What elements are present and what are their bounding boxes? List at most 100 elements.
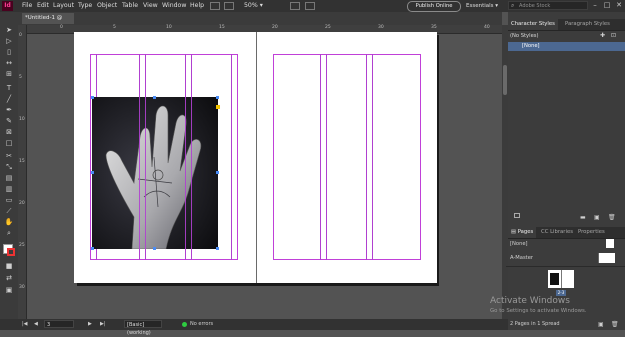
publish-online-button[interactable]: Publish Online — [407, 1, 461, 12]
ruler-tick: 40 — [484, 25, 490, 30]
new-page-icon[interactable]: ▣ — [598, 321, 604, 328]
first-page-icon[interactable]: |◀ — [22, 321, 28, 328]
menu-help[interactable]: Help — [190, 1, 204, 11]
document-tab[interactable]: *Untitled-1 @ 50% × — [22, 13, 74, 32]
selection-handle[interactable] — [91, 96, 94, 99]
stock-search-input[interactable]: Adobe Stock — [508, 1, 588, 10]
menu-table[interactable]: Table — [122, 1, 138, 11]
pen-tool[interactable]: ✒ — [4, 106, 14, 115]
selection-handle[interactable] — [91, 171, 94, 174]
column-guide — [320, 54, 321, 260]
selection-handle[interactable] — [216, 96, 219, 99]
styles-header: (No Styles) — [510, 33, 539, 39]
close-icon[interactable]: ✕ — [613, 0, 625, 11]
gap-tool[interactable]: ↔ — [4, 59, 14, 68]
tab-pages[interactable]: ▤ Pages — [508, 227, 537, 238]
menu-file[interactable]: File — [22, 1, 32, 11]
rectangle-frame-tool[interactable]: ⊠ — [4, 128, 14, 137]
rectangle-tool[interactable]: □ — [4, 139, 14, 148]
page-number-field[interactable]: 3 — [44, 320, 74, 328]
new-style-icon[interactable]: ▣ — [594, 214, 600, 221]
selection-handle[interactable] — [91, 247, 94, 250]
view-options-icon[interactable] — [290, 2, 300, 10]
free-transform-tool[interactable]: ⤡ — [4, 163, 14, 172]
scissors-tool[interactable]: ✂ — [4, 152, 14, 161]
pencil-tool[interactable]: ✎ — [4, 117, 14, 126]
trash-icon[interactable]: 🗑 — [608, 214, 616, 221]
selection-handle[interactable] — [153, 96, 156, 99]
line-tool[interactable]: ╱ — [4, 95, 14, 104]
clear-overrides-icon[interactable] — [514, 213, 520, 218]
frame-out-port-icon[interactable] — [216, 105, 220, 109]
menu-window[interactable]: Window — [162, 1, 186, 11]
workspace-switcher[interactable]: Essentials ▾ — [466, 1, 498, 11]
gradient-tool[interactable]: ▤ — [4, 174, 14, 183]
column-guide — [145, 97, 146, 249]
ruler-tick: 30 — [19, 285, 25, 290]
pages-a-master[interactable]: A-Master — [510, 254, 533, 262]
selection-handle[interactable] — [216, 171, 219, 174]
minimize-icon[interactable]: – — [589, 0, 601, 11]
tab-properties[interactable]: Properties — [575, 227, 608, 238]
a-master-thumbnail[interactable] — [598, 253, 615, 263]
arrange-documents-icon[interactable] — [224, 2, 234, 10]
selection-handle[interactable] — [153, 247, 156, 250]
next-page-icon[interactable]: ▶ — [88, 321, 92, 328]
zoom-tool[interactable]: ⌕ — [4, 229, 14, 238]
direct-select-tool[interactable]: ▷ — [4, 37, 14, 46]
tools-panel: ➤ ▷ ▯ ↔ ⊞ T ╱ ✒ ✎ ⊠ □ ✂ ⤡ ▤ ▥ ▭ ⟋ ✋ ⌕ ■ … — [0, 12, 19, 319]
ruler-tick: 5 — [19, 75, 22, 80]
preflight-profile-value: [Basic] (working) — [127, 322, 151, 336]
hand-photo — [92, 97, 218, 249]
content-collector-tool[interactable]: ⊞ — [4, 70, 14, 79]
scroll-thumb[interactable] — [503, 65, 507, 95]
pages-summary: 2 Pages in 1 Spread — [510, 321, 560, 327]
fill-stroke-swatch[interactable] — [3, 244, 15, 256]
hand-tool[interactable]: ✋ — [4, 218, 14, 227]
column-guide — [185, 97, 186, 249]
preflight-status-icon — [182, 322, 187, 327]
view-mode-icon[interactable]: ▣ — [4, 286, 14, 295]
swap-icon[interactable]: ⇄ — [4, 274, 14, 283]
menu-layout[interactable]: Layout — [53, 1, 74, 11]
menu-type[interactable]: Type — [78, 1, 92, 11]
add-style-icon[interactable]: ✚ — [600, 32, 605, 39]
maximize-icon[interactable]: □ — [601, 0, 613, 11]
menu-edit[interactable]: Edit — [37, 1, 49, 11]
app-logo: Id — [2, 1, 13, 11]
selection-handle[interactable] — [216, 247, 219, 250]
ruler-tick: 30 — [378, 25, 384, 30]
menu-view[interactable]: View — [143, 1, 158, 11]
type-tool[interactable]: T — [4, 84, 14, 93]
gradient-feather-tool[interactable]: ▥ — [4, 185, 14, 194]
screen-mode-icon[interactable] — [305, 2, 315, 10]
none-master-thumbnail[interactable] — [606, 239, 614, 248]
pages-none-master[interactable]: [None] — [510, 240, 528, 248]
placed-image-frame[interactable] — [92, 97, 218, 249]
delete-page-icon[interactable]: 🗑 — [611, 321, 619, 328]
prev-page-icon[interactable]: ◀ — [34, 321, 38, 328]
tab-cc-libraries[interactable]: CC Libraries — [538, 227, 576, 238]
zoom-level-value: 50% — [244, 2, 258, 9]
preflight-profile-select[interactable]: [Basic] (working) — [124, 320, 162, 336]
tab-paragraph-styles[interactable]: Paragraph Styles — [562, 19, 613, 30]
note-tool[interactable]: ▭ — [4, 196, 14, 205]
search-icon: ⌕ — [511, 2, 515, 9]
apply-color-icon[interactable]: ■ — [4, 262, 14, 271]
ruler-tick: 0 — [60, 25, 63, 30]
pages-panel-tabs: ▤ Pages CC Libraries Properties — [508, 227, 625, 239]
preflight-status-text: No errors — [190, 321, 214, 327]
menu-object[interactable]: Object — [97, 1, 117, 11]
select-tool[interactable]: ➤ — [4, 26, 14, 35]
page-tool[interactable]: ▯ — [4, 48, 14, 57]
bridge-icon[interactable] — [210, 2, 220, 10]
tab-character-styles[interactable]: Character Styles — [508, 19, 558, 30]
zoom-level-select[interactable]: 50% ▾ — [244, 1, 284, 10]
folder-icon[interactable]: ▬ — [580, 214, 586, 221]
column-guide — [139, 97, 140, 249]
eyedropper-tool[interactable]: ⟋ — [4, 207, 14, 216]
new-group-icon[interactable]: ⊡ — [611, 32, 616, 39]
spread-thumbnail[interactable] — [548, 270, 574, 288]
last-page-icon[interactable]: ▶| — [100, 321, 106, 328]
vertical-ruler[interactable]: 0 5 10 15 20 25 30 — [18, 25, 27, 319]
